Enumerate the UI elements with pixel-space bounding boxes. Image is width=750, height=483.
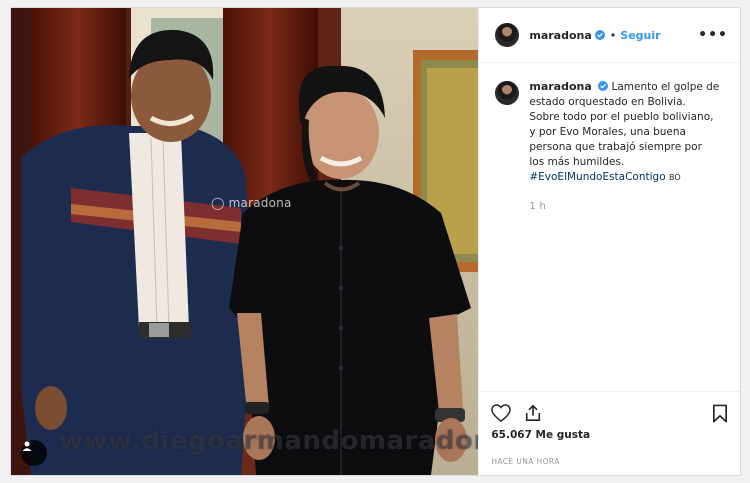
hashtag-link[interactable]: #EvoElMundoEstaContigo xyxy=(529,171,665,183)
header-username-link[interactable]: maradona xyxy=(529,29,591,42)
person-tag-icon xyxy=(22,441,32,451)
location-code: BO xyxy=(668,173,681,182)
instagram-post-modal: ◯ maradona www.diegoarmandomaradona.com … xyxy=(10,7,741,476)
more-options-button[interactable]: ••• xyxy=(698,27,728,43)
like-button[interactable] xyxy=(491,404,512,422)
likes-count[interactable]: 65.067 Me gusta xyxy=(491,429,728,441)
action-row xyxy=(491,402,728,424)
instagram-icon: ◯ xyxy=(211,196,225,210)
caption-text: Lamento el golpe de estado orquestado en… xyxy=(529,81,720,168)
caption-username-link[interactable]: maradona xyxy=(529,80,591,93)
post-side-panel: maradona • Seguir ••• maradona Lamento e… xyxy=(478,8,740,475)
avatar[interactable] xyxy=(495,23,520,47)
bookmark-icon xyxy=(712,404,728,422)
follow-button[interactable]: Seguir xyxy=(620,29,660,42)
caption-avatar[interactable] xyxy=(495,81,520,105)
post-caption: maradona Lamento el golpe de estado orqu… xyxy=(529,79,719,391)
tagged-people-button[interactable] xyxy=(21,440,47,466)
post-date[interactable]: HACE UNA HORA xyxy=(479,451,740,475)
photo-watermark-site: www.diegoarmandomaradona.com xyxy=(59,426,478,456)
post-photo-illustration xyxy=(11,8,479,475)
share-button[interactable] xyxy=(524,404,542,422)
share-icon xyxy=(526,404,541,422)
verified-badge-icon xyxy=(594,30,605,40)
header-separator: • xyxy=(609,28,617,42)
comment-time-ago[interactable]: 1 h xyxy=(529,199,719,214)
heart-icon xyxy=(491,404,512,422)
post-actions: 65.067 Me gusta xyxy=(479,391,740,451)
comments-section: maradona Lamento el golpe de estado orqu… xyxy=(479,63,740,391)
post-header: maradona • Seguir ••• xyxy=(479,8,740,63)
photo-watermark-handle: ◯ maradona xyxy=(211,196,292,210)
verified-badge-icon xyxy=(598,81,609,91)
post-photo[interactable]: ◯ maradona www.diegoarmandomaradona.com xyxy=(11,8,479,475)
save-button[interactable] xyxy=(712,404,728,423)
